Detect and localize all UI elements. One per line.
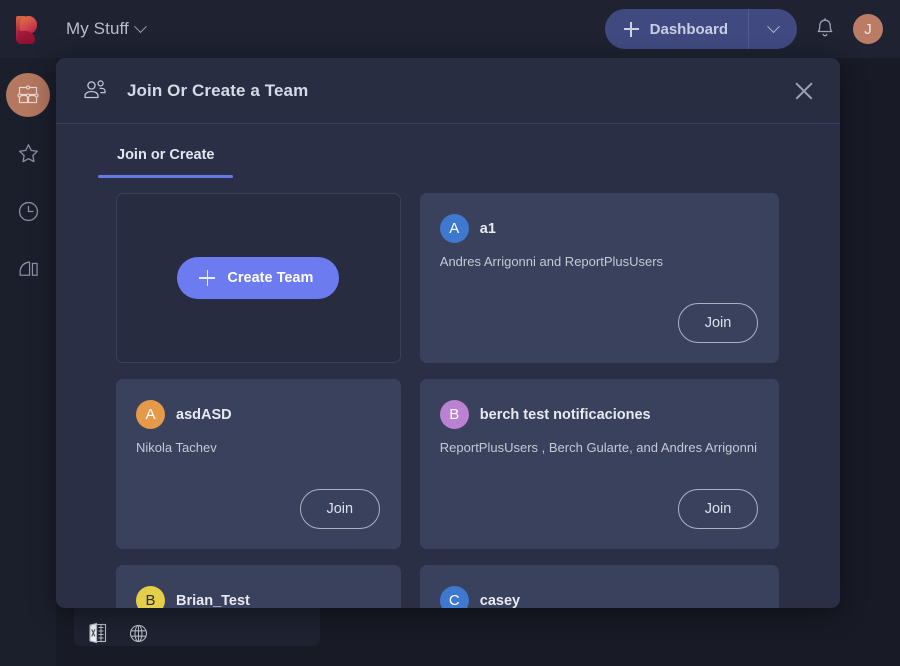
create-team-label: Create Team [227,270,314,286]
chevron-down-icon [766,19,780,33]
chart-icon [19,261,38,276]
create-team-button[interactable]: Create Team [177,257,340,299]
sidebar-item-visualizations[interactable] [6,247,50,291]
chevron-down-icon [133,19,147,33]
team-grid: Create Team A a1 Andres Arrigonni and Re… [56,182,840,608]
team-card-header: B Brian_Test [136,586,379,608]
user-avatar-initial: J [864,20,872,38]
modal-title: Join Or Create a Team [127,80,309,100]
tab-label: Join or Create [117,147,215,163]
left-sidebar [0,58,56,666]
team-avatar: C [439,586,469,608]
app-root: My Stuff Dashboard J Join Or Create a Te… [0,0,900,666]
workspace-label: My Stuff [66,19,129,38]
modal-tabs: Join or Create [56,124,840,182]
team-name: berch test notificaciones [479,406,651,423]
team-card[interactable]: B berch test notificaciones ReportPlusUs… [419,379,779,549]
join-button[interactable]: Join [299,489,380,529]
create-team-card[interactable]: Create Team [116,193,401,363]
team-avatar: B [136,586,165,608]
team-members: ReportPlusUsers , Berch Gularte, and And… [439,440,757,455]
team-avatar-initial: B [449,406,460,423]
clock-icon [18,201,38,221]
header-actions: Dashboard J [604,9,883,49]
plus-icon [623,21,639,37]
top-header: My Stuff Dashboard J [0,0,900,58]
user-avatar[interactable]: J [853,14,883,44]
team-card-header: A a1 [439,214,757,243]
join-create-team-modal: Join Or Create a Team Join or Create Cre… [56,58,840,608]
team-name: casey [479,592,521,609]
team-members: Nikola Tachev [136,440,217,455]
workspace-menu[interactable]: My Stuff [66,19,147,39]
team-avatar: B [439,400,469,429]
notifications-button[interactable] [814,17,836,41]
close-icon[interactable] [790,77,818,105]
team-card[interactable]: C casey [419,565,779,609]
tab-join-or-create[interactable]: Join or Create [98,147,232,178]
dashboard-grid-icon [17,85,39,104]
team-card-header: A asdASD [136,400,379,429]
join-button[interactable]: Join [678,489,758,529]
team-name: a1 [479,220,496,237]
team-card[interactable]: A asdASD Nikola Tachev Join [116,379,401,549]
team-members: Andres Arrigonni and ReportPlusUsers [439,254,664,269]
team-avatar-initial: A [449,220,460,237]
team-avatar-initial: A [145,406,156,423]
plus-icon [199,270,216,286]
excel-file-icon [89,622,107,644]
sidebar-item-recents[interactable] [6,189,50,233]
dashboard-dropdown-button[interactable] [749,9,797,49]
add-dashboard-main[interactable]: Dashboard [605,9,748,49]
modal-header: Join Or Create a Team [56,58,840,124]
sidebar-item-dashboards[interactable] [6,73,50,117]
team-name: Brian_Test [176,592,250,609]
add-dashboard-label: Dashboard [649,20,728,38]
panel-icons [88,622,149,644]
globe-icon [129,624,148,642]
team-name: asdASD [176,406,232,423]
sidebar-item-favorites[interactable] [6,131,50,175]
team-card-header: C casey [439,586,757,609]
team-card[interactable]: B Brian_Test [116,565,401,608]
team-avatar-initial: B [145,592,156,608]
people-icon [84,80,106,99]
add-dashboard-button[interactable]: Dashboard [604,9,797,49]
join-button[interactable]: Join [678,303,758,343]
team-card-header: B berch test notificaciones [439,400,757,429]
team-avatar: A [136,400,165,429]
team-card[interactable]: A a1 Andres Arrigonni and ReportPlusUser… [419,193,779,363]
team-avatar-initial: C [448,592,460,608]
star-icon [18,143,38,162]
team-avatar: A [439,214,469,243]
reveal-logo[interactable] [13,14,43,44]
